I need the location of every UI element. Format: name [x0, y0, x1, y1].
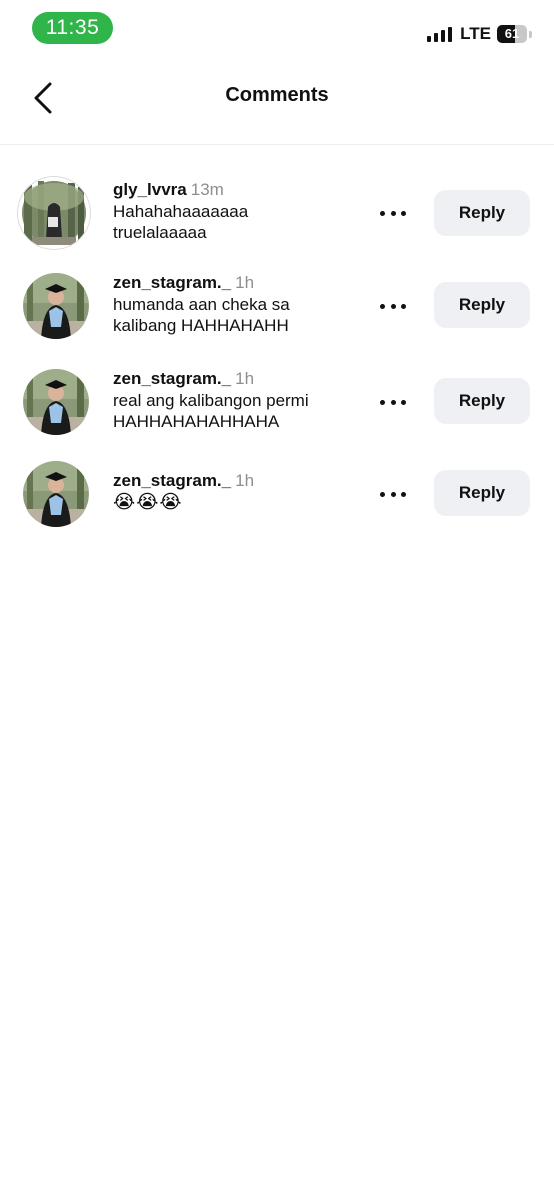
more-horizontal-icon — [380, 399, 385, 405]
status-time: 11:35 — [32, 12, 113, 44]
battery-percent: 61 — [504, 26, 520, 41]
more-horizontal-icon — [380, 303, 385, 309]
comment-text-line: kalibang HAHHAHAHH — [113, 316, 289, 335]
comment-text-line: Hahahahaaaaaaa — [113, 202, 249, 221]
avatar-image — [23, 369, 89, 435]
avatar[interactable] — [18, 177, 90, 249]
comment-item: zen_stagram._ 1h 😭😭😭 Reply — [0, 456, 554, 546]
avatar[interactable] — [23, 273, 89, 339]
comment-body: zen_stagram._ 1h 😭😭😭 — [113, 470, 368, 513]
comments-screen: 11:35 LTE 61 Comments gly_lvvra 13m Haha… — [0, 0, 554, 1200]
reply-button[interactable]: Reply — [434, 470, 530, 516]
more-options-button[interactable] — [378, 203, 408, 223]
more-options-button[interactable] — [378, 392, 408, 412]
more-horizontal-icon — [390, 210, 396, 216]
comment-meta: gly_lvvra 13m — [113, 179, 368, 201]
comment-item: gly_lvvra 13m Hahahahaaaaaaa truelalaaaaa… — [0, 175, 554, 265]
page-title: Comments — [225, 84, 329, 106]
comment-timestamp: 13m — [190, 180, 224, 199]
status-indicators: LTE 61 — [427, 22, 532, 46]
avatar-image — [23, 461, 89, 527]
comment-body: zen_stagram._ 1h real ang kalibangon perm… — [113, 368, 368, 432]
more-horizontal-icon — [390, 303, 396, 309]
avatar[interactable] — [23, 461, 89, 527]
reply-button[interactable]: Reply — [434, 282, 530, 328]
more-options-button[interactable] — [378, 484, 408, 504]
more-horizontal-icon — [390, 399, 396, 405]
comment-text-line: humanda aan cheka sa — [113, 295, 290, 314]
comment-body: gly_lvvra 13m Hahahahaaaaaaa truelalaaaaa — [113, 179, 368, 243]
comment-timestamp: 1h — [235, 273, 255, 292]
more-horizontal-icon — [401, 491, 406, 497]
comment-timestamp: 1h — [235, 369, 255, 388]
avatar[interactable] — [23, 369, 89, 435]
more-horizontal-icon — [401, 210, 406, 216]
comment-timestamp: 1h — [235, 471, 255, 490]
comment-meta: zen_stagram._ 1h — [113, 368, 368, 390]
comment-text-line: 😭😭😭 — [113, 491, 183, 513]
network-type: LTE — [460, 24, 491, 43]
comment-item: zen_stagram._ 1h real ang kalibangon perm… — [0, 364, 554, 454]
comment-text-line: real ang kalibangon permi — [113, 391, 309, 410]
comment-text-line: truelalaaaaa — [113, 223, 207, 242]
comment-body: zen_stagram._ 1h humanda aan cheka sa kal… — [113, 272, 368, 336]
status-bar: 11:35 LTE 61 — [0, 0, 554, 60]
comment-item: zen_stagram._ 1h humanda aan cheka sa kal… — [0, 268, 554, 358]
comment-username[interactable]: gly_lvvra — [113, 180, 187, 199]
avatar-image — [22, 181, 86, 245]
battery-cap — [529, 30, 532, 38]
comment-meta: zen_stagram._ 1h — [113, 272, 368, 294]
comment-username[interactable]: zen_stagram._ — [113, 471, 231, 490]
reply-button[interactable]: Reply — [434, 190, 530, 236]
comment-meta: zen_stagram._ 1h — [113, 470, 368, 492]
signal-icon — [427, 26, 453, 42]
more-horizontal-icon — [401, 399, 406, 405]
more-options-button[interactable] — [378, 296, 408, 316]
comment-username[interactable]: zen_stagram._ — [113, 369, 231, 388]
more-horizontal-icon — [380, 491, 385, 497]
more-horizontal-icon — [401, 303, 406, 309]
comment-username[interactable]: zen_stagram._ — [113, 273, 231, 292]
more-horizontal-icon — [390, 491, 396, 497]
header: Comments — [0, 60, 554, 145]
avatar-image — [23, 273, 89, 339]
battery-icon: 61 — [497, 25, 527, 43]
reply-button[interactable]: Reply — [434, 378, 530, 424]
more-horizontal-icon — [380, 210, 385, 216]
comment-text-line: HAHHAHAHAHHAHA — [113, 412, 280, 431]
